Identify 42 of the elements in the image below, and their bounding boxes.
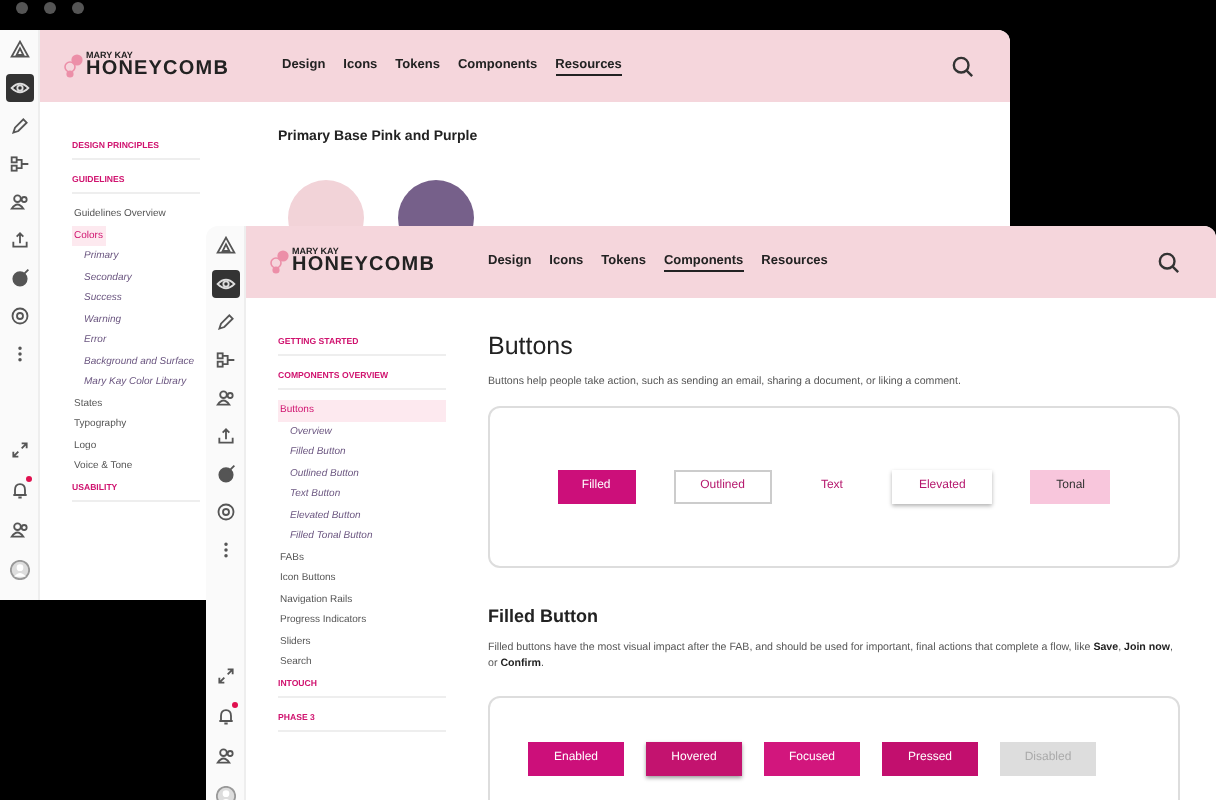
upload-icon (215, 426, 235, 446)
rail-button[interactable] (5, 516, 33, 544)
pencil-icon (9, 116, 29, 136)
avatar-icon (9, 560, 29, 580)
logo-circles-icon (270, 250, 290, 274)
triangle-logo-icon (9, 40, 29, 60)
flow-icon (215, 350, 235, 370)
people-icon (9, 520, 29, 540)
section-title: Filled Button (488, 605, 600, 626)
window-controls-icon (16, 2, 88, 14)
rail-button[interactable] (5, 74, 33, 102)
search-icon[interactable] (1158, 251, 1180, 273)
expand-icon (215, 666, 235, 686)
rail-button[interactable] (211, 232, 239, 260)
flow-icon (9, 154, 29, 174)
eye-icon (9, 78, 29, 98)
people-icon (215, 746, 235, 766)
rail-button[interactable] (211, 742, 239, 770)
rail-button[interactable] (5, 36, 33, 64)
settings-icon (215, 502, 235, 522)
rail-button[interactable] (211, 384, 239, 412)
page-title: Buttons (488, 332, 575, 360)
search-icon[interactable] (952, 55, 974, 77)
triangle-logo-icon (215, 236, 235, 256)
notification-icon (215, 706, 235, 726)
logo-circles-icon (64, 54, 84, 78)
upload-icon (9, 230, 29, 250)
rail-button[interactable] (211, 270, 239, 298)
notification-icon (9, 480, 29, 500)
logo-wordmark: HONEYCOMB (292, 256, 436, 277)
eye-icon (215, 274, 235, 294)
expand-icon (9, 440, 29, 460)
rail-button[interactable] (211, 346, 239, 374)
pencil-icon (215, 312, 235, 332)
target-icon (215, 464, 235, 484)
logo-wordmark: HONEYCOMB (86, 60, 230, 81)
rail-button[interactable] (5, 150, 33, 178)
settings-icon (9, 306, 29, 326)
people-icon (215, 388, 235, 408)
people-icon (9, 192, 29, 212)
target-icon (9, 268, 29, 288)
rail-button[interactable] (5, 188, 33, 216)
